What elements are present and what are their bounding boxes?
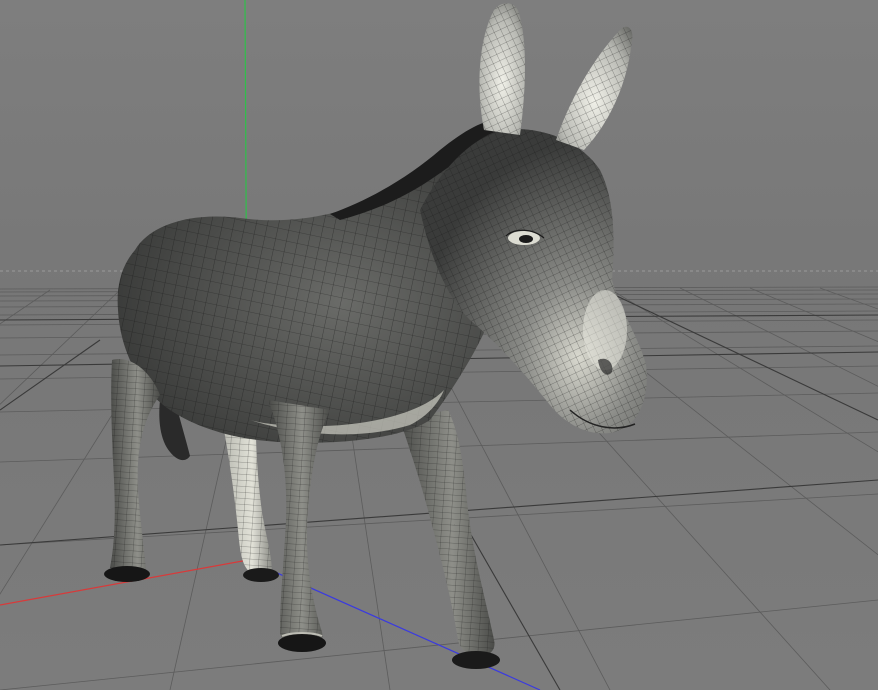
3d-viewport[interactable] (0, 0, 878, 690)
hoof-hind-far (243, 568, 279, 582)
muzzle-highlight (583, 290, 627, 370)
hoof-front-near (278, 634, 326, 652)
hoof-hind-near (104, 566, 150, 582)
eye-pupil (519, 235, 533, 243)
hoof-front-far (452, 651, 500, 669)
